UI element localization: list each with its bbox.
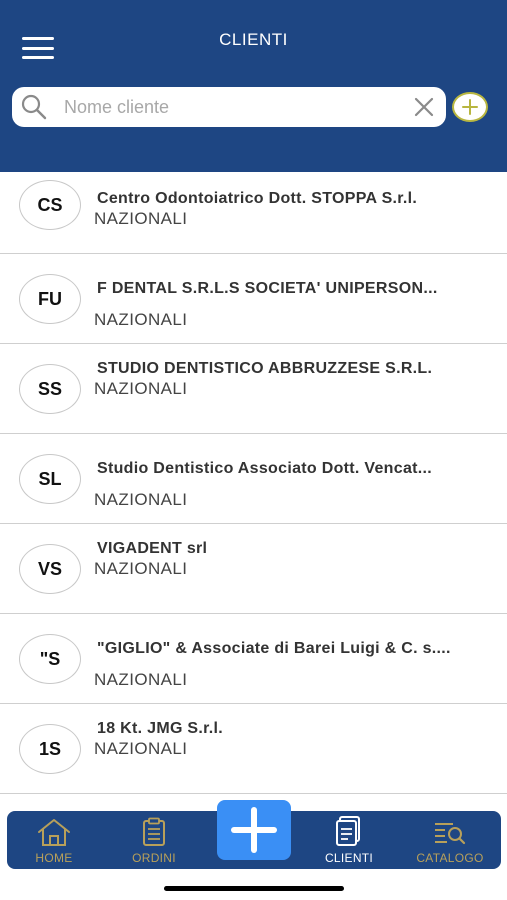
- avatar: CS: [19, 180, 81, 230]
- menu-line: [22, 56, 54, 59]
- client-category: NAZIONALI: [94, 310, 188, 329]
- client-name: Centro Odontoiatrico Dott. STOPPA S.r.l.: [97, 190, 418, 207]
- home-indicator: [164, 886, 344, 891]
- plus-circle-icon: [462, 99, 478, 115]
- list-item[interactable]: VS VIGADENT srl NAZIONALI: [0, 524, 507, 614]
- nav-label-orders: ORDINI: [132, 851, 176, 865]
- avatar: 1S: [19, 724, 81, 774]
- list-item[interactable]: CS Centro Odontoiatrico Dott. STOPPA S.r…: [0, 172, 507, 254]
- plus-icon: [231, 807, 277, 853]
- list-item[interactable]: SS STUDIO DENTISTICO ABBRUZZESE S.R.L. N…: [0, 344, 507, 434]
- client-name: STUDIO DENTISTICO ABBRUZZESE S.R.L.: [97, 360, 433, 377]
- close-icon[interactable]: [412, 95, 436, 119]
- search-box[interactable]: [12, 87, 446, 127]
- client-category: NAZIONALI: [94, 209, 188, 228]
- nav-label-clients: CLIENTI: [324, 851, 374, 865]
- client-name: VIGADENT srl: [97, 540, 208, 557]
- client-category: NAZIONALI: [94, 739, 188, 758]
- nav-item-orders[interactable]: ORDINI: [119, 811, 189, 869]
- client-category: NAZIONALI: [94, 559, 188, 578]
- avatar: VS: [19, 544, 81, 594]
- avatar: FU: [19, 274, 81, 324]
- home-icon: [38, 819, 70, 846]
- nav-item-clients[interactable]: CLIENTI: [313, 811, 385, 869]
- nav-label-home: HOME: [35, 851, 73, 865]
- nav-label-catalog: CATALOGO: [416, 851, 484, 865]
- client-category: NAZIONALI: [94, 379, 188, 398]
- add-client-button[interactable]: [452, 92, 488, 122]
- avatar: "S: [19, 634, 81, 684]
- client-list: CS Centro Odontoiatrico Dott. STOPPA S.r…: [0, 172, 507, 794]
- header: CLIENTI: [0, 0, 507, 172]
- nav-item-catalog[interactable]: CATALOGO: [407, 811, 493, 869]
- page-title: CLIENTI: [219, 30, 288, 49]
- add-order-fab-button[interactable]: [217, 800, 291, 860]
- client-card-icon: [336, 816, 360, 846]
- search-input[interactable]: [64, 96, 412, 118]
- client-name: F DENTAL S.R.L.S SOCIETA' UNIPERSON...: [97, 280, 438, 297]
- client-name: 18 Kt. JMG S.r.l.: [97, 720, 224, 737]
- search-icon: [21, 94, 47, 120]
- nav-item-home[interactable]: HOME: [19, 811, 89, 869]
- app-root: CLIENTI CS Centro Odontoiatrico Dott. ST…: [0, 0, 507, 900]
- client-name: Studio Dentistico Associato Dott. Vencat…: [97, 460, 433, 477]
- client-category: NAZIONALI: [94, 670, 188, 689]
- avatar: SL: [19, 454, 81, 504]
- list-item[interactable]: FU F DENTAL S.R.L.S SOCIETA' UNIPERSON..…: [0, 254, 507, 344]
- list-item[interactable]: 1S 18 Kt. JMG S.r.l. NAZIONALI: [0, 704, 507, 794]
- list-item[interactable]: "S "GIGLIO" & Associate di Barei Luigi &…: [0, 614, 507, 704]
- avatar: SS: [19, 364, 81, 414]
- client-category: NAZIONALI: [94, 490, 188, 509]
- catalog-search-icon: [435, 823, 466, 845]
- client-name: "GIGLIO" & Associate di Barei Luigi & C.…: [97, 640, 451, 657]
- clipboard-list-icon: [143, 817, 165, 846]
- list-item[interactable]: SL Studio Dentistico Associato Dott. Ven…: [0, 434, 507, 524]
